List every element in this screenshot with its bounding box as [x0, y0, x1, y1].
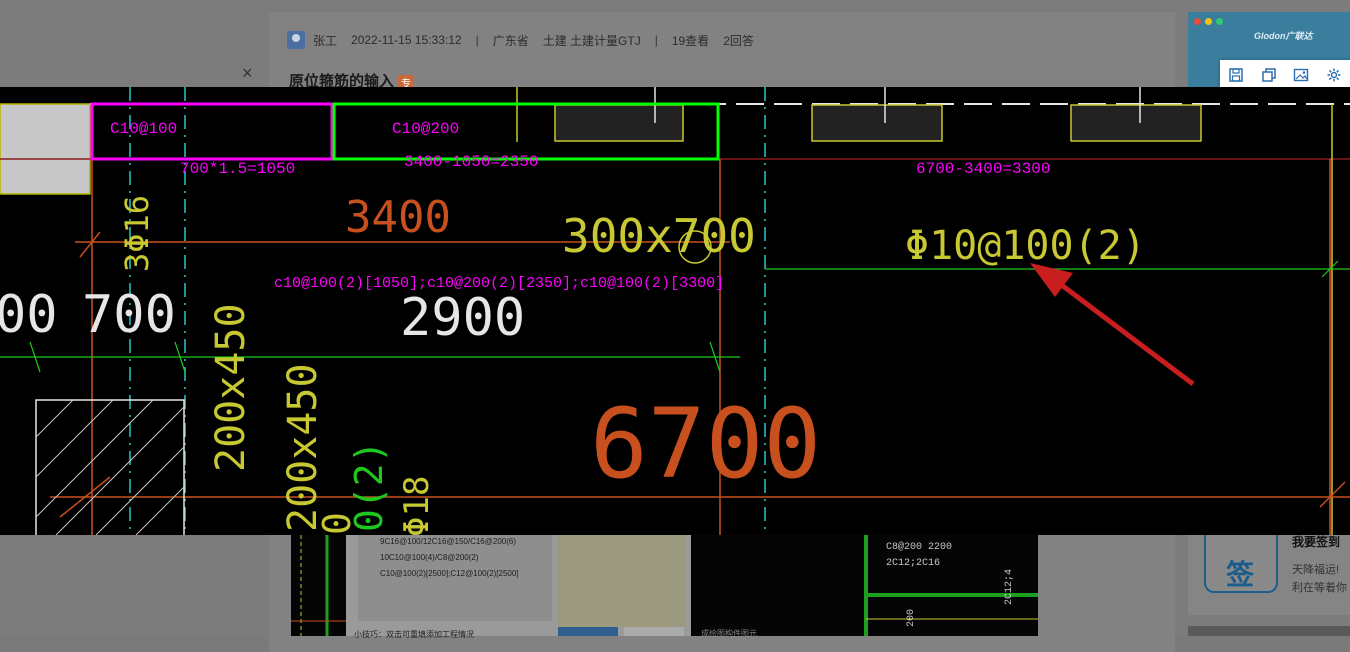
thumbnail-strip: 9C16@100/12C16@150/C16@200(6) 10C10@100(… [291, 535, 1038, 639]
dim-00: 00 [0, 285, 58, 345]
sign-in-panel: 签 我要签到 天降福运! 利在等着你 [1188, 525, 1350, 615]
gear-icon[interactable] [1323, 64, 1345, 86]
dialog-note-area [558, 535, 686, 627]
beam-left-label-1: 200x450 [208, 303, 254, 472]
dim-3400: 3400 [345, 192, 451, 243]
left-column-fill [0, 104, 90, 194]
thumb-caption: 成绘图构件图元 [701, 629, 757, 638]
thumb-text-3: 2C12;4 [1004, 569, 1015, 605]
top-bar-label: 3Φ16 [118, 195, 156, 272]
avatar[interactable] [287, 31, 305, 49]
pink-box-label: C10@100 [110, 120, 177, 138]
dialog-ok-button[interactable] [558, 627, 618, 636]
dim-6700: 6700 [590, 388, 821, 500]
meta-separator: | [475, 33, 479, 47]
thumbnail-cad-right[interactable]: C8@200 2200 2C12;2C16 2C12;4 200 成绘图构件图元 [691, 535, 1038, 638]
window-dots [1194, 18, 1223, 25]
post-replies: 2回答 [723, 33, 754, 48]
thumb-text-1: C8@200 2200 [886, 541, 952, 553]
sign-in-subtitle-1: 天降福运! [1292, 564, 1340, 576]
beam-size-label: 300x700 [562, 209, 756, 263]
sign-char: 签 [1226, 559, 1255, 590]
calc-left: 700*1.5=1050 [180, 160, 295, 178]
ad-brand-text: Glodon广联达 [1254, 31, 1313, 41]
meta-separator-2: | [654, 33, 658, 47]
author-name[interactable]: 张工 [313, 32, 337, 49]
stirrup-line-3: C10@100(2)[2500];C12@100(2)[2500] [380, 569, 519, 578]
calc-mid: 3400-1050=2350 [404, 153, 538, 171]
post-meta: 张工 2022-11-15 15:33:12 | 广东省 土建 土建计量GTJ … [287, 30, 768, 50]
image-toolbar [1220, 60, 1350, 90]
post-region: 广东省 [492, 33, 529, 48]
save-icon[interactable] [1225, 64, 1247, 86]
side-panel-footer [1188, 626, 1350, 636]
dim-700: 700 [82, 285, 176, 345]
thumb-text-2: 2C12;2C16 [886, 558, 940, 569]
yellow-dot-icon [1205, 18, 1212, 25]
image-icon[interactable] [1290, 64, 1312, 86]
sign-in-title[interactable]: 我要签到 [1292, 533, 1340, 550]
thumbnail-dialog[interactable]: 9C16@100/12C16@150/C16@200(6) 10C10@100(… [346, 535, 691, 639]
post-categories[interactable]: 土建 土建计量GTJ [543, 32, 641, 49]
calc-right: 6700-3400=3300 [916, 160, 1050, 178]
stirrup-line-1: 9C16@100/12C16@150/C16@200(6) [380, 537, 517, 546]
post-views: 19查看 [671, 33, 710, 48]
thumb-text-4: 200 [906, 609, 917, 627]
dim-2900: 2900 [400, 288, 525, 348]
sign-in-button[interactable]: 签 [1204, 527, 1278, 593]
dialog-cancel-button[interactable] [624, 627, 684, 636]
close-icon[interactable]: × [242, 64, 253, 82]
green-box-label: C10@200 [392, 120, 459, 138]
dim-0: 0 [315, 512, 359, 535]
bar-18-label: Φ18 [397, 476, 437, 535]
beam-left-label-2: 200x450 [280, 363, 326, 532]
dialog-tip: 小技巧：双击可重填添加工程情况 [354, 630, 474, 639]
stirrup-spec-label: Φ10@100(2) [905, 223, 1146, 269]
stirrup-line-2: 10C10@100(4)/C8@200(2) [380, 553, 479, 562]
sign-in-subtitle-2: 利在等着你 [1292, 582, 1347, 594]
thumbnail-cad-left[interactable] [291, 535, 346, 636]
red-dot-icon [1194, 18, 1201, 25]
green-dot-icon [1216, 18, 1223, 25]
post-datetime: 2022-11-15 15:33:12 [351, 33, 462, 47]
dialog-list: 9C16@100/12C16@150/C16@200(6) 10C10@100(… [358, 535, 552, 621]
cad-image-preview[interactable]: C10@100 C10@200 700*1.5=1050 3400-1050=2… [0, 87, 1350, 535]
copy-icon[interactable] [1258, 64, 1280, 86]
